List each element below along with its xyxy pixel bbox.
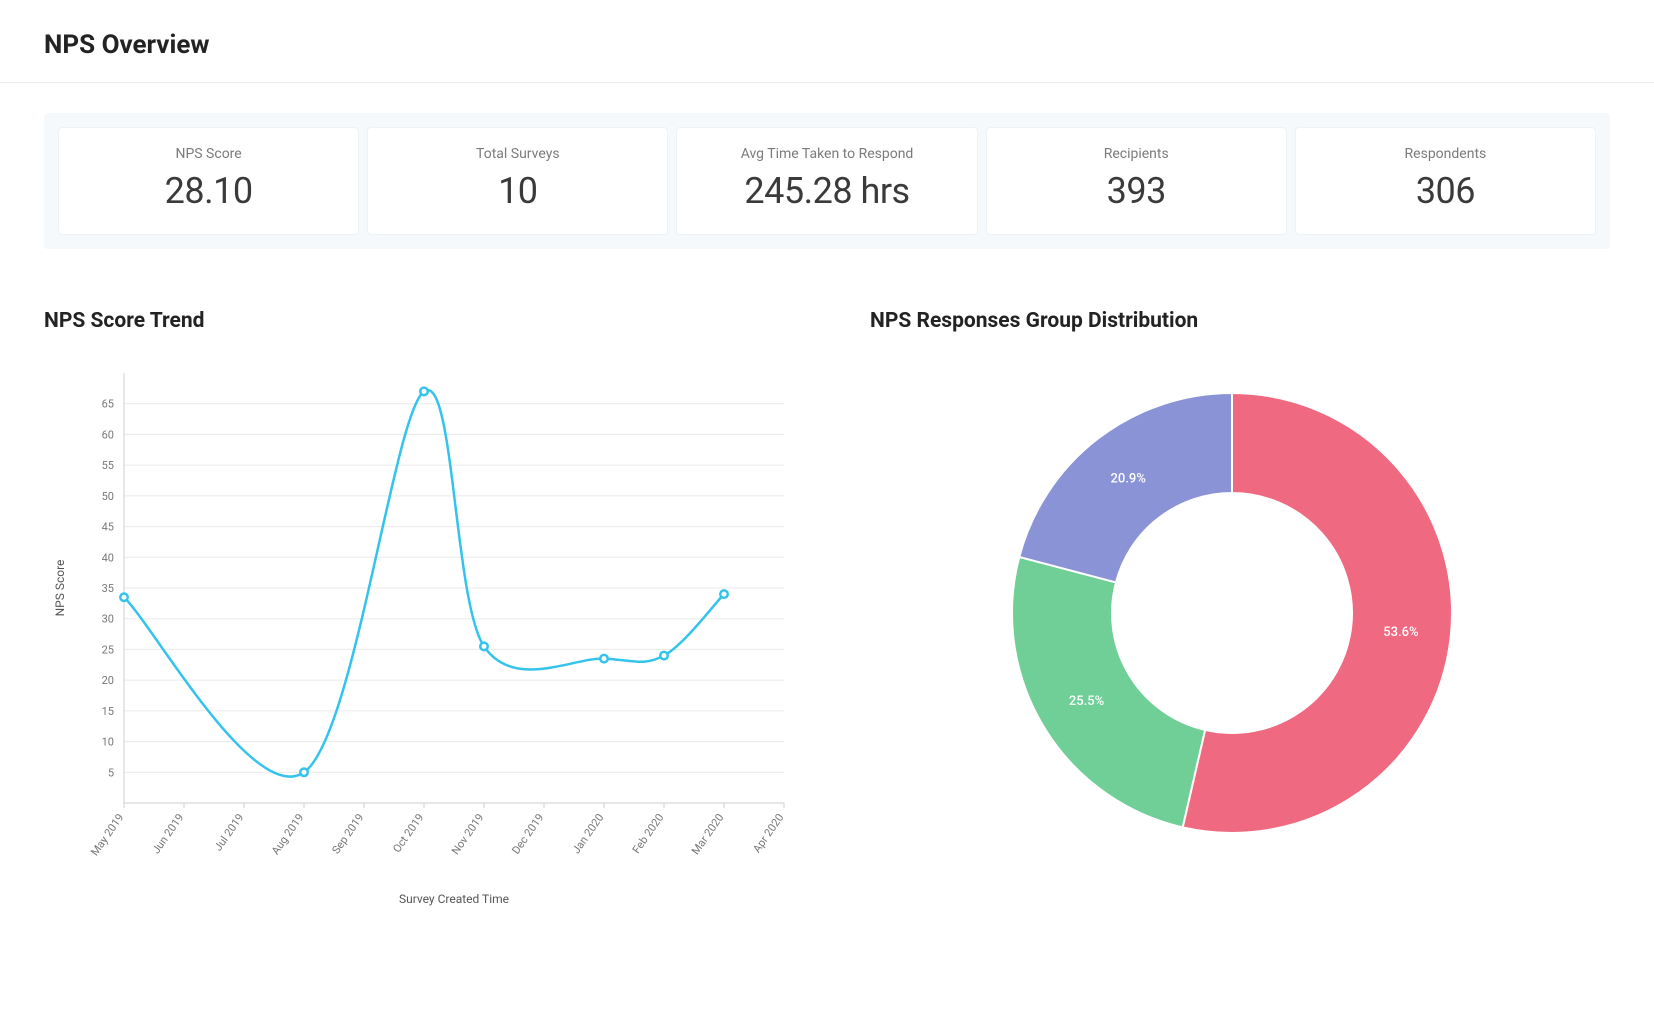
line-chart-panel: NPS Score Trend 5 10 15 20 25 30 35 40 45 50 55 60 6… xyxy=(44,309,804,917)
svg-text:Dec 2019: Dec 2019 xyxy=(509,811,546,856)
summary-label: Recipients xyxy=(997,146,1276,162)
svg-text:65: 65 xyxy=(102,398,114,411)
svg-text:Aug 2019: Aug 2019 xyxy=(269,811,307,857)
summary-label: Total Surveys xyxy=(378,146,657,162)
svg-text:25.5%: 25.5% xyxy=(1069,694,1104,709)
svg-text:NPS Score: NPS Score xyxy=(53,560,67,617)
svg-text:5: 5 xyxy=(108,766,114,779)
svg-text:Feb 2020: Feb 2020 xyxy=(630,811,667,856)
svg-text:55: 55 xyxy=(102,459,114,472)
svg-text:20.9%: 20.9% xyxy=(1111,471,1146,486)
summary-card-total-surveys: Total Surveys 10 xyxy=(367,127,668,235)
donut-chart-title: NPS Responses Group Distribution xyxy=(854,309,1610,333)
summary-value: 393 xyxy=(997,170,1276,212)
page-root: NPS Overview NPS Score 28.10 Total Surve… xyxy=(0,0,1654,957)
svg-text:Jan 2020: Jan 2020 xyxy=(570,811,607,856)
summary-row: NPS Score 28.10 Total Surveys 10 Avg Tim… xyxy=(44,113,1610,249)
svg-text:40: 40 xyxy=(102,551,114,564)
svg-text:53.6%: 53.6% xyxy=(1383,625,1418,640)
svg-text:50: 50 xyxy=(102,490,114,503)
svg-text:35: 35 xyxy=(102,582,114,595)
summary-label: Respondents xyxy=(1306,146,1585,162)
summary-value: 28.10 xyxy=(69,170,348,212)
svg-text:20: 20 xyxy=(102,674,114,687)
svg-text:Mar 2020: Mar 2020 xyxy=(689,811,726,857)
header-divider xyxy=(0,82,1654,83)
donut-chart-panel: NPS Responses Group Distribution 53.6% 25… xyxy=(854,309,1610,917)
line-chart-svg: 5 10 15 20 25 30 35 40 45 50 55 60 65 May 2019 Jun 201… xyxy=(44,353,804,913)
donut-chart: 53.6% 25.5% 20.9% xyxy=(854,353,1610,873)
svg-text:Nov 2019: Nov 2019 xyxy=(449,811,487,857)
summary-card-avg-time: Avg Time Taken to Respond 245.28 hrs xyxy=(676,127,977,235)
summary-card-nps-score: NPS Score 28.10 xyxy=(58,127,359,235)
svg-text:Sep 2019: Sep 2019 xyxy=(329,811,366,856)
svg-text:25: 25 xyxy=(102,643,114,656)
svg-text:30: 30 xyxy=(102,613,114,626)
summary-card-respondents: Respondents 306 xyxy=(1295,127,1596,235)
summary-label: NPS Score xyxy=(69,146,348,162)
svg-text:Jun 2019: Jun 2019 xyxy=(150,811,187,856)
summary-value: 10 xyxy=(378,170,657,212)
svg-text:60: 60 xyxy=(102,428,114,441)
svg-text:May 2019: May 2019 xyxy=(88,811,126,858)
summary-label: Avg Time Taken to Respond xyxy=(687,146,966,162)
line-chart: 5 10 15 20 25 30 35 40 45 50 55 60 65 May 2019 Jun 201… xyxy=(44,353,804,917)
svg-text:Jul 2019: Jul 2019 xyxy=(212,811,247,853)
page-title: NPS Overview xyxy=(44,30,1610,60)
summary-card-recipients: Recipients 393 xyxy=(986,127,1287,235)
summary-value: 306 xyxy=(1306,170,1585,212)
svg-text:Oct 2019: Oct 2019 xyxy=(390,811,426,855)
svg-text:10: 10 xyxy=(102,736,114,749)
svg-text:15: 15 xyxy=(102,705,114,718)
svg-text:45: 45 xyxy=(102,521,114,534)
svg-text:Survey Created Time: Survey Created Time xyxy=(399,892,509,906)
svg-text:Apr 2020: Apr 2020 xyxy=(750,811,786,855)
donut-chart-svg: 53.6% 25.5% 20.9% xyxy=(952,353,1512,873)
charts-row: NPS Score Trend 5 10 15 20 25 30 35 40 45 50 55 60 6… xyxy=(44,309,1610,917)
summary-value: 245.28 hrs xyxy=(687,170,966,212)
line-chart-title: NPS Score Trend xyxy=(44,309,804,333)
